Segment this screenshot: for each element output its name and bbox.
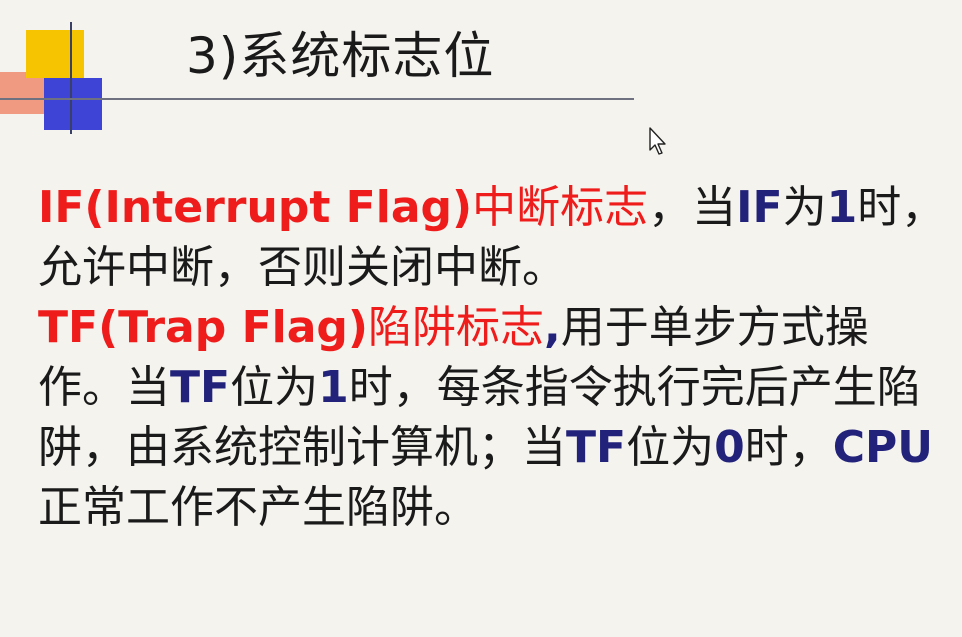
deco-block-blue (44, 78, 102, 130)
term-if: IF(Interrupt Flag) (38, 182, 473, 233)
keyword-cpu: CPU (832, 422, 933, 473)
number-one: 1 (318, 362, 349, 413)
paragraph-tf: TF(Trap Flag)陷阱标志,用于单步方式操作。当TF位为1时，每条指令执… (38, 298, 950, 538)
text: ，当 (648, 182, 737, 233)
keyword-tf: TF (566, 422, 627, 473)
text: 正常工作不产生陷阱。 (38, 482, 478, 533)
title-underline (0, 98, 634, 100)
term-tf-cn: 陷阱标志 (368, 302, 544, 353)
mouse-pointer-icon (649, 127, 666, 155)
number-zero: 0 (714, 422, 745, 473)
deco-vertical-line (70, 22, 72, 134)
paragraph-if: IF(Interrupt Flag)中断标志，当IF为1时，允许中断，否则关闭中… (38, 178, 950, 298)
number-one: 1 (826, 182, 858, 233)
keyword-tf: TF (170, 362, 231, 413)
term-if-cn: 中断标志 (472, 182, 649, 233)
slide: 3)系统标志位 IF(Interrupt Flag)中断标志，当IF为1时，允许… (0, 0, 962, 637)
term-tf: TF(Trap Flag) (38, 302, 368, 353)
slide-body: IF(Interrupt Flag)中断标志，当IF为1时，允许中断，否则关闭中… (38, 178, 950, 538)
text: 位为 (626, 422, 715, 473)
deco-block-yellow (26, 30, 84, 78)
text: 时， (744, 422, 833, 473)
text: 位为 (230, 362, 319, 413)
keyword-if: IF (736, 182, 783, 233)
comma: , (544, 302, 561, 353)
text: 为 (782, 182, 827, 233)
slide-title: 3)系统标志位 (186, 27, 495, 85)
